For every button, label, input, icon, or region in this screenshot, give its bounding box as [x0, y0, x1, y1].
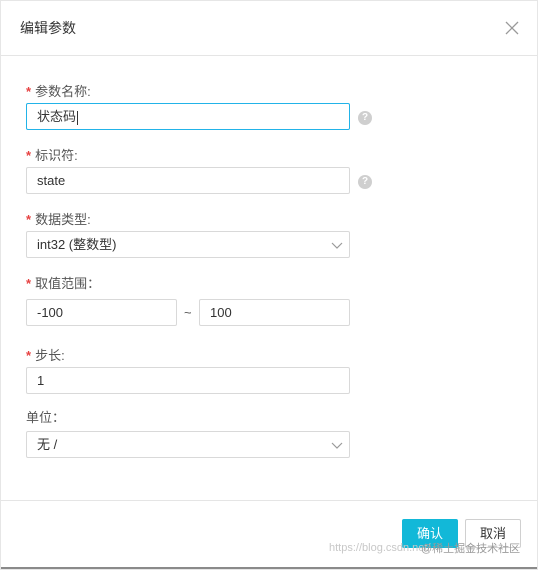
step-label: * 步长:	[26, 345, 65, 364]
data-type-label-text: 数据类型:	[35, 212, 91, 227]
edit-parameter-dialog: 编辑参数 * 参数名称: 状态码 ? * 标识符: state ? * 数据类型: i…	[0, 0, 538, 570]
range-max-input[interactable]: 100	[199, 299, 350, 326]
range-min-input[interactable]: -100	[26, 299, 177, 326]
required-marker: *	[26, 148, 32, 163]
range-max-value: 100	[210, 305, 232, 320]
step-input[interactable]: 1	[26, 367, 350, 394]
unit-select[interactable]: 无 /	[26, 431, 350, 458]
identifier-value: state	[37, 173, 66, 188]
required-marker: *	[26, 276, 32, 291]
value-range-label: * 取值范围：	[26, 273, 100, 292]
data-type-select[interactable]: int32 (整数型)	[26, 231, 350, 258]
value-range-label-text: 取值范围：	[35, 276, 101, 291]
dialog-header: 编辑参数	[1, 1, 537, 56]
unit-selected-value: 无 /	[37, 437, 58, 452]
step-value: 1	[37, 373, 45, 388]
watermark-url: https://blog.csdn.net/	[329, 542, 431, 554]
help-icon[interactable]: ?	[358, 111, 372, 125]
param-name-value: 状态码	[37, 109, 77, 124]
dialog-title: 编辑参数	[20, 20, 76, 36]
chevron-down-icon	[331, 242, 343, 249]
chevron-down-icon	[331, 442, 343, 449]
required-marker: *	[26, 84, 32, 99]
required-marker: *	[26, 212, 32, 227]
identifier-label-text: 标识符:	[35, 148, 78, 163]
text-caret	[77, 110, 79, 125]
unit-label-text: 单位：	[26, 410, 66, 425]
help-icon[interactable]: ?	[358, 175, 372, 189]
param-name-label: * 参数名称:	[26, 81, 91, 100]
bottom-edge	[1, 567, 537, 569]
unit-label: 单位：	[26, 407, 65, 426]
watermark-brand: @稀土掘金技术社区	[421, 543, 521, 555]
identifier-label: * 标识符:	[26, 145, 78, 164]
close-icon[interactable]	[503, 19, 521, 37]
data-type-selected-value: int32 (整数型)	[37, 237, 117, 252]
footer-divider	[1, 500, 537, 501]
required-marker: *	[26, 348, 32, 363]
range-min-value: -100	[37, 305, 64, 320]
data-type-label: * 数据类型:	[26, 209, 91, 228]
param-name-label-text: 参数名称:	[35, 84, 91, 99]
param-name-input[interactable]: 状态码	[26, 103, 350, 130]
range-separator: ~	[184, 305, 192, 320]
identifier-input[interactable]: state	[26, 167, 350, 194]
step-label-text: 步长:	[35, 348, 65, 363]
